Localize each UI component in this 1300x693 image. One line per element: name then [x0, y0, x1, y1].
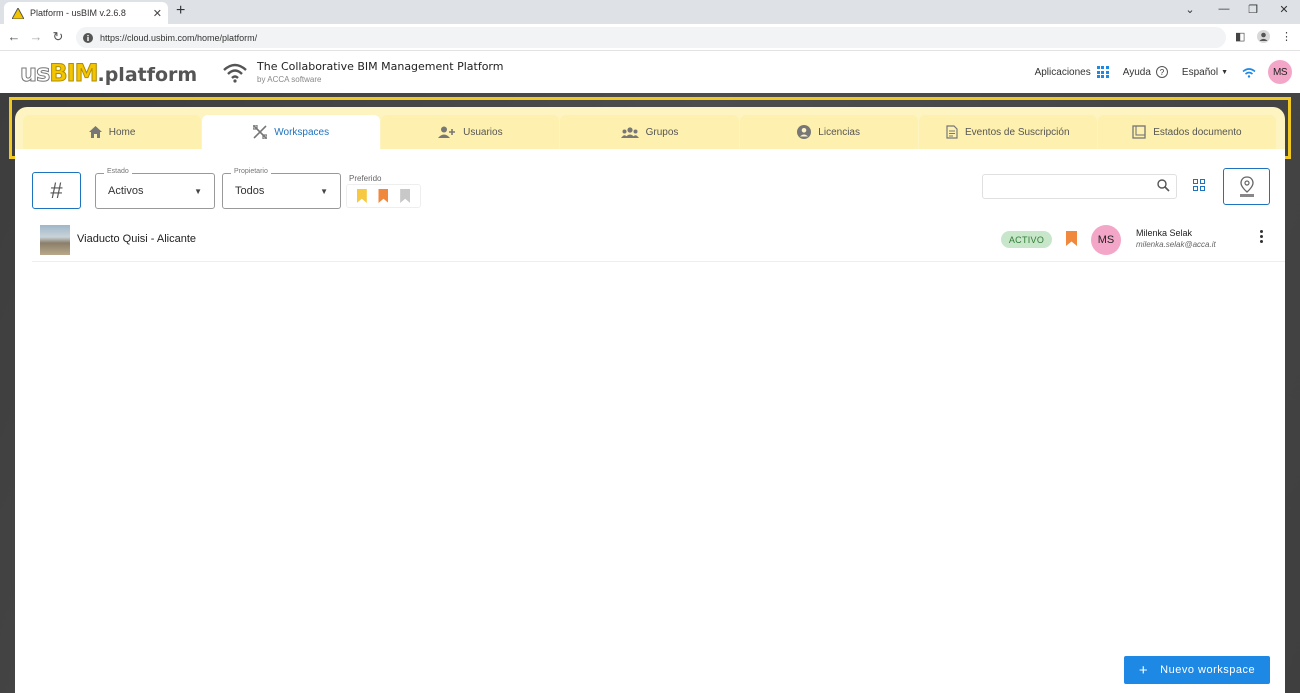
browser-menu-icon[interactable]: ⋮ [1281, 30, 1292, 43]
workspace-row[interactable]: Viaducto Quisi - Alicante ACTIVO MS Mile… [32, 220, 1285, 262]
bookmark-yellow-icon[interactable] [356, 189, 367, 203]
help-icon[interactable]: ? [1155, 66, 1168, 78]
new-tab-button[interactable]: + [176, 3, 185, 19]
hashtag-filter-button[interactable]: # [32, 172, 81, 209]
bookmark-icon[interactable] [1066, 231, 1077, 251]
status-badge: ACTIVO [1001, 231, 1052, 248]
maximize-button[interactable]: ❐ [1243, 3, 1263, 16]
bookmark-grey-icon[interactable] [400, 189, 411, 203]
sidepanel-icon[interactable]: ◧ [1235, 30, 1245, 43]
estado-label: Estado [104, 168, 132, 175]
new-workspace-label: Nuevo workspace [1160, 664, 1256, 676]
close-window-button[interactable]: ✕ [1274, 3, 1294, 16]
workspace-thumbnail[interactable] [40, 225, 70, 255]
usbim-favicon-icon [12, 7, 24, 19]
site-info-icon[interactable] [82, 32, 94, 44]
logo-platform: .platform [97, 64, 198, 86]
owner-email: milenka.selak@acca.it [1136, 240, 1216, 249]
forward-arrow-icon[interactable]: → [28, 30, 44, 44]
search-input[interactable] [982, 174, 1177, 199]
tagline-title: The Collaborative BIM Management Platfor… [257, 60, 504, 73]
user-avatar[interactable]: MS [1268, 60, 1292, 84]
bookmark-orange-icon[interactable] [378, 189, 389, 203]
preferido-label: Preferido [349, 174, 382, 183]
language-selector[interactable]: Español [1182, 67, 1218, 78]
grid-view-icon[interactable] [1193, 179, 1205, 191]
tab-search-icon[interactable]: ⌄ [1180, 3, 1200, 16]
search-icon[interactable] [1157, 179, 1170, 195]
url-text: https://cloud.usbim.com/home/platform/ [100, 32, 258, 43]
estado-value: Activos [108, 185, 144, 197]
browser-tab-title: Platform - usBIM v.2.6.8 [30, 8, 126, 18]
owner-name: Milenka Selak [1136, 228, 1193, 238]
usbim-logo[interactable]: us BIM .platform [19, 59, 198, 88]
preferido-filter [346, 184, 421, 208]
estado-select[interactable]: Estado Activos ▼ [95, 168, 215, 209]
new-workspace-button[interactable]: + Nuevo workspace [1124, 656, 1270, 684]
app-header: us BIM .platform The Collaborative BIM M… [0, 51, 1300, 93]
close-tab-icon[interactable]: ✕ [153, 7, 162, 20]
plus-icon: + [1138, 661, 1149, 679]
back-arrow-icon[interactable]: ← [6, 30, 22, 44]
chevron-down-icon: ▼ [320, 186, 328, 196]
address-bar-row: ← → ↻ https://cloud.usbim.com/home/platf… [0, 24, 1300, 51]
logo-us: us [19, 59, 50, 88]
chevron-down-icon: ▼ [194, 186, 202, 196]
header-actions: Aplicaciones Ayuda ? Español ▼ MS [1035, 51, 1300, 93]
owner-avatar: MS [1091, 225, 1121, 255]
url-field[interactable]: https://cloud.usbim.com/home/platform/ [76, 27, 1226, 48]
apps-menu-label[interactable]: Aplicaciones [1035, 67, 1091, 78]
browser-tab[interactable]: Platform - usBIM v.2.6.8 ✕ [4, 2, 168, 24]
propietario-label: Propietario [231, 168, 271, 175]
reload-icon[interactable]: ↻ [50, 30, 66, 44]
propietario-value: Todos [235, 185, 265, 197]
tagline: The Collaborative BIM Management Platfor… [257, 60, 503, 84]
tagline-byline: by ACCA software [257, 75, 322, 84]
apps-grid-icon[interactable] [1096, 66, 1109, 78]
logo-bim: BIM [49, 59, 99, 88]
minimize-button[interactable]: — [1214, 3, 1234, 15]
propietario-select[interactable]: Propietario Todos ▼ [222, 168, 341, 209]
more-options-icon[interactable] [1258, 230, 1264, 243]
help-label[interactable]: Ayuda [1123, 67, 1151, 78]
profile-icon[interactable] [1257, 30, 1270, 46]
wifi-status-icon [1242, 67, 1256, 78]
chevron-down-icon[interactable]: ▼ [1221, 69, 1228, 76]
workspace-name[interactable]: Viaducto Quisi - Alicante [77, 233, 196, 245]
map-pin-icon [1239, 175, 1254, 197]
workspaces-panel: # Estado Activos ▼ Propietario Todos ▼ P… [15, 149, 1285, 693]
map-view-button[interactable] [1223, 168, 1270, 205]
browser-tab-strip: Platform - usBIM v.2.6.8 ✕ + ⌄ — ❐ ✕ [0, 0, 1300, 24]
wifi-logo-icon [223, 63, 247, 83]
